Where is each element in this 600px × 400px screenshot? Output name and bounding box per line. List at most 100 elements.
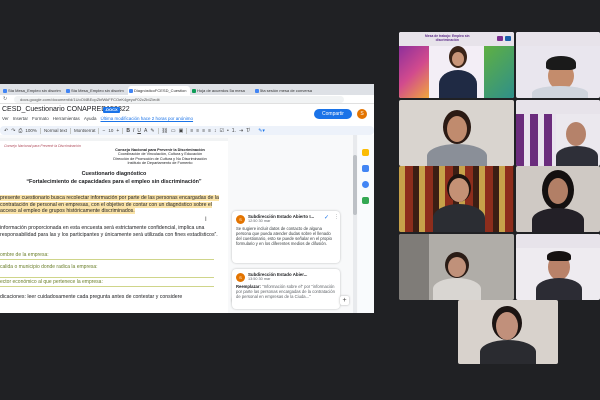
browser-tab[interactable]: Sta Mesa_Empleo sin discrim [65,86,127,95]
docs-favicon-icon [129,89,133,93]
menu-ayuda[interactable]: Ayuda [84,116,97,121]
toolbar-divider [122,127,124,134]
menu-herramientas[interactable]: Herramientas [53,116,80,121]
print-icon[interactable]: ⎙ [18,128,22,134]
last-edit-link[interactable]: Última modificación hace 2 horas por anó… [101,116,194,121]
italic-icon[interactable]: I [133,128,134,134]
add-comment-icon[interactable]: + [340,296,349,305]
video-tile[interactable] [516,166,600,232]
share-button[interactable]: Compartir [314,109,352,119]
participant-video [516,100,600,166]
highlight-icon[interactable]: ✎ [150,128,154,134]
style-select[interactable]: Normal text [44,128,67,133]
decrease-size-icon[interactable]: − [102,128,105,134]
tasks-icon[interactable] [362,165,369,172]
sector-field[interactable]: ector económico al que pertenece la empr… [0,279,214,287]
toolbar-divider [98,127,100,134]
bold-icon[interactable]: B [126,128,130,134]
video-tile[interactable] [516,100,600,166]
intro-paragraph: presente cuestionario busca recolectar i… [0,195,226,215]
keep-icon[interactable] [362,149,369,156]
document-page[interactable]: Consejo Nacional para Prevenir la Discri… [0,138,228,313]
comment-time: 12:50 30 mar [248,219,271,223]
maps-icon[interactable] [362,197,369,204]
video-tile[interactable] [399,100,514,166]
video-tile[interactable] [399,166,514,232]
reload-icon[interactable]: ↻ [3,96,7,103]
url-field[interactable]: docs.google.com/document/d/1UoOl4BEopZbf… [14,96,344,103]
browser-tab[interactable]: Sta Mesa_Empleo sin discrim [2,86,64,95]
video-call-window: Sta Mesa_Empleo sin discrim Sta Mesa_Emp… [0,0,600,400]
browser-tab-active[interactable]: DiagnósticoFCESD_Cuestion [128,86,190,95]
link-icon[interactable]: ⛓ [162,128,168,134]
participant-video [516,32,600,98]
participant-video [458,300,558,364]
video-tile[interactable] [399,234,514,300]
image-icon[interactable]: ▣ [179,128,184,134]
editing-mode-icon[interactable]: ✎▾ [258,128,265,134]
toolbar-divider [69,127,71,134]
comment-time: 13:50 30 mar [248,277,271,281]
participant-video [399,32,514,98]
resolve-check-icon[interactable]: ✓ [324,214,329,221]
instructions-line: dicaciones: leer cuidadosamente cada pre… [0,294,183,300]
scrollbar[interactable] [353,135,357,313]
indent-icon[interactable]: ⇥ [239,128,243,134]
location-field[interactable]: calida o municipio donde radica la empre… [0,264,214,278]
suggestion-card[interactable]: S Subdirección Estado Abier... 13:50 30 … [232,269,340,309]
document-heading: Cuestionario diagnóstico [81,171,147,177]
highlighted-text: presente cuestionario busca recolectar i… [0,195,219,215]
scrollbar-thumb[interactable] [353,155,357,215]
toolbar-divider [157,127,159,134]
align-center-icon[interactable]: ≡ [196,128,199,134]
conapred-logo: Consejo Nacional para Prevenir la Discri… [4,144,81,148]
video-tile[interactable]: Mesa de trabajo: Empleo sin discriminaci… [399,32,514,98]
sheets-favicon-icon [192,89,196,93]
more-options-icon[interactable]: ⋮ [334,214,339,220]
menu-formato[interactable]: Formato [32,116,49,121]
toolbar-divider [39,127,41,134]
company-name-field[interactable]: ombre de la empresa: [0,252,214,260]
increase-size-icon[interactable]: + [116,128,119,134]
video-tile[interactable] [458,300,558,364]
align-left-icon[interactable]: ≡ [190,128,193,134]
clear-format-icon[interactable]: T̸ [246,128,249,134]
ruler [0,138,228,141]
comment-card[interactable]: S Subdirección Estado Abierto I... 12:50… [232,211,340,263]
browser-tab[interactable]: 5ta sesión mesa de conversa [254,86,316,95]
docs-header: CESD_Cuestionario CONAPRED150322 .DOCX V… [0,104,374,126]
zoom-select[interactable]: 100% [25,128,37,133]
shared-screen-browser: Sta Mesa_Empleo sin discrim Sta Mesa_Emp… [0,84,374,313]
participant-video [399,166,514,232]
institution-block: Consejo Nacional para Prevenir la Discri… [95,148,225,165]
toolbar-divider [186,127,188,134]
redo-icon[interactable]: ↷ [11,128,15,134]
docs-favicon-icon [66,89,70,93]
font-select[interactable]: Montserrat [74,128,96,133]
font-size-field[interactable]: 10 [108,128,113,133]
document-subheading: “Fortalecimiento de capacidades para el … [26,179,202,185]
comment-icon[interactable]: ▭ [171,128,176,134]
align-right-icon[interactable]: ≡ [202,128,205,134]
menu-insertar[interactable]: Insertar [13,116,28,121]
browser-tab[interactable]: Hoja de acuerdos 5a mesa [191,86,253,95]
participant-video [516,234,600,300]
docs-favicon-icon [3,89,7,93]
participant-video [516,166,600,232]
underline-icon[interactable]: U [137,128,141,134]
user-avatar[interactable]: S [357,109,367,119]
video-tile[interactable] [516,32,600,98]
text-color-icon[interactable]: A [144,128,147,134]
menu-ver[interactable]: Ver [2,116,9,121]
undo-icon[interactable]: ↶ [4,128,8,134]
line-spacing-icon[interactable]: ↕ [214,128,217,134]
checklist-icon[interactable]: ☑ [220,128,224,134]
video-tile[interactable] [516,234,600,300]
contacts-icon[interactable] [362,181,369,188]
justify-icon[interactable]: ≡ [208,128,211,134]
document-area: Consejo Nacional para Prevenir la Discri… [0,135,374,313]
numbered-list-icon[interactable]: 1. [232,128,236,134]
side-panel [358,135,374,313]
bullets-icon[interactable]: • [227,128,229,134]
docs-favicon-icon [255,89,259,93]
